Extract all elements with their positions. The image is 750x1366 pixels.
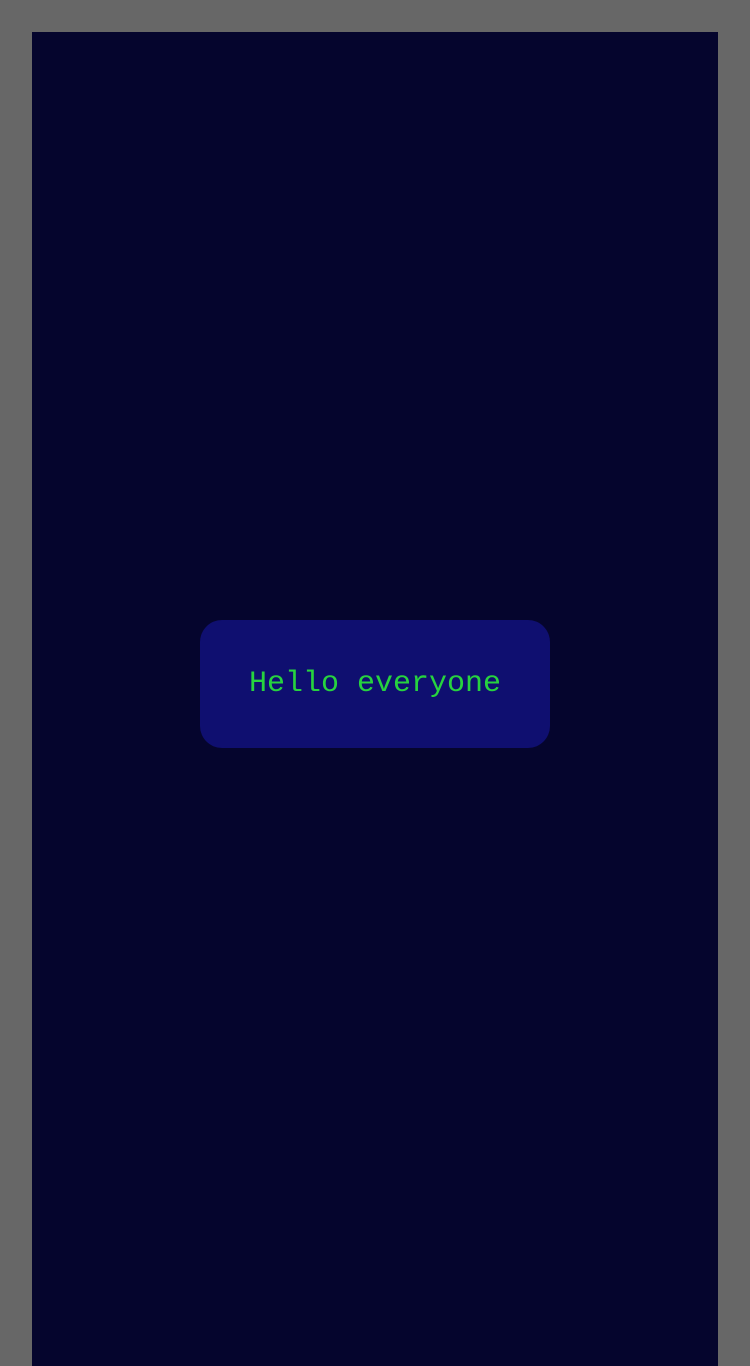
greeting-text: Hello everyone — [248, 667, 502, 701]
message-card: Hello everyone — [200, 620, 550, 748]
app-screen: Hello everyone — [32, 32, 718, 1366]
